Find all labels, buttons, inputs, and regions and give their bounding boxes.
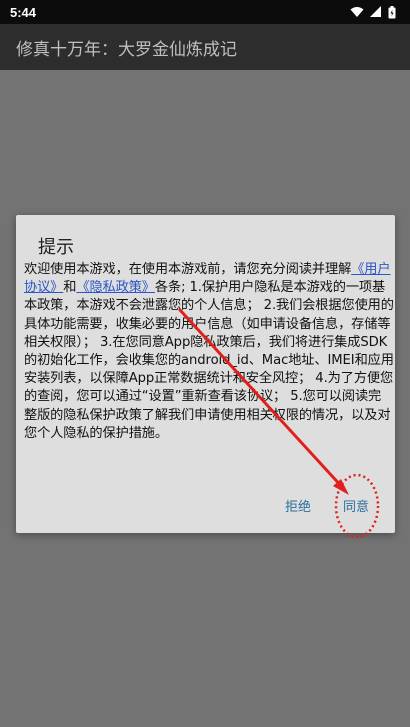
agree-button[interactable]: 同意 <box>343 496 369 515</box>
privacy-policy-link[interactable]: 《隐私政策》 <box>76 280 155 295</box>
app-title: 修真十万年：大罗金仙炼成记 <box>16 39 237 60</box>
status-time: 5:44 <box>10 4 37 20</box>
message-body: 各条; 1.保护用户隐私是本游戏的一项基本政策，本游戏不会泄露您的个人信息； 2… <box>24 280 394 441</box>
message-and: 和 <box>63 280 77 296</box>
status-icons <box>350 5 396 19</box>
wifi-icon <box>350 7 364 17</box>
message-intro: 欢迎使用本游戏，在使用本游戏前，请您充分阅读并理解 <box>24 262 352 277</box>
reject-button[interactable]: 拒绝 <box>285 496 311 515</box>
signal-icon <box>370 6 381 17</box>
privacy-dialog: 提示 欢迎使用本游戏，在使用本游戏前，请您充分阅读并理解《用户协议》和《隐私政策… <box>16 215 395 533</box>
battery-icon <box>388 5 396 18</box>
dialog-message: 欢迎使用本游戏，在使用本游戏前，请您充分阅读并理解《用户协议》和《隐私政策》各条… <box>24 261 394 443</box>
app-bar: 修真十万年：大罗金仙炼成记 <box>0 24 410 70</box>
status-bar: 5:44 <box>0 0 410 24</box>
dialog-title: 提示 <box>38 237 74 258</box>
